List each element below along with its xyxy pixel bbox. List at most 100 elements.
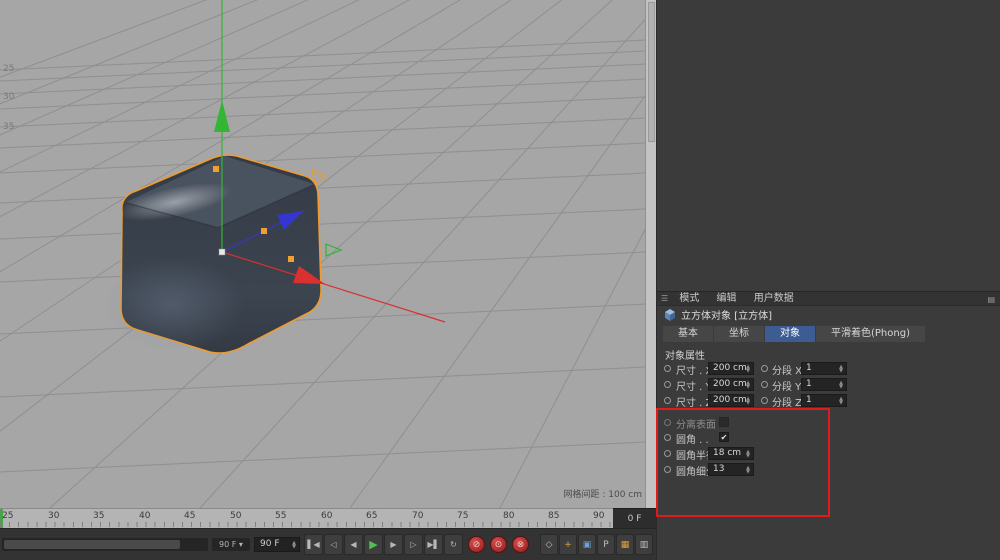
anim-dot-icon[interactable]: [761, 381, 768, 388]
transport-controls: ▌◀ ◁ ◀ ▶ ▶ ▷ ▶▌ ↻: [304, 534, 463, 555]
fillet-radius-field[interactable]: 18 cm▲▼: [708, 447, 754, 460]
panel-menu-icon[interactable]: ☰: [661, 292, 668, 305]
segments-x-label: 分段 X: [772, 362, 802, 377]
segments-x-field[interactable]: 1▲▼: [801, 362, 847, 375]
object-title: 立方体对象 [立方体]: [681, 311, 772, 322]
property-row-fillet: 圆角 . . ✔: [657, 431, 1000, 445]
fillet-subdivision-field[interactable]: 13▲▼: [708, 463, 754, 476]
goto-end-button[interactable]: ▶▌: [424, 534, 443, 555]
section-title: 对象属性: [665, 347, 705, 362]
tab-object[interactable]: 对象: [765, 326, 815, 342]
object-title-row: 立方体对象 [立方体]: [657, 308, 1000, 325]
end-frame-value: 90 F: [260, 539, 280, 549]
scrollbar-handle[interactable]: [648, 2, 655, 142]
cube-object-icon: [663, 308, 676, 321]
segments-y-label: 分段 Y: [772, 378, 801, 393]
attribute-manager-panel: ☰ 模式 编辑 用户数据 ▤ 立方体对象 [立方体] 基本 坐标 对象 平滑着色…: [656, 0, 1000, 560]
record-scale-button[interactable]: ▣: [578, 534, 596, 555]
anim-dot-icon[interactable]: [664, 419, 671, 426]
record-option-buttons: ◇ + ▣ P ▦ ▥: [540, 534, 653, 555]
viewport-scrollbar[interactable]: [645, 0, 656, 508]
ruler-number: 25: [2, 511, 13, 521]
property-row-fillet-subdivision: 圆角细分 13▲▼: [657, 463, 1000, 477]
viewport-canvas[interactable]: 25 30 35 网格间距 : 100 cm: [0, 0, 645, 508]
next-frame-button[interactable]: ▶: [384, 534, 403, 555]
size-z-field[interactable]: 200 cm▲▼: [708, 394, 754, 407]
separate-surfaces-label: 分离表面: [676, 416, 716, 431]
tab-coordinates[interactable]: 坐标: [714, 326, 764, 342]
record-keyframe-selection-button[interactable]: ⊗: [512, 536, 529, 553]
ruler-number: 85: [548, 511, 559, 521]
grid-spacing-label: 网格间距 : 100 cm: [470, 487, 642, 500]
ruler-number: 45: [184, 511, 195, 521]
stepper-arrows-icon[interactable]: ▲▼: [744, 448, 752, 459]
record-parameter-button[interactable]: P: [597, 534, 615, 555]
layout-toggle-button[interactable]: ▥: [635, 534, 653, 555]
property-row-size-y: 尺寸 . Y 200 cm▲▼ 分段 Y 1▲▼: [657, 378, 1000, 392]
stepper-arrows-icon[interactable]: ▲▼: [744, 464, 752, 475]
separate-surfaces-checkbox[interactable]: [719, 417, 729, 427]
goto-start-button[interactable]: ▌◀: [304, 534, 323, 555]
timeline-ruler[interactable]: 25 30 35 40 45 50 55 60 65 70 75 80 85 9…: [0, 508, 613, 528]
autokeying-button[interactable]: ⊙: [490, 536, 507, 553]
prev-key-button[interactable]: ◁: [324, 534, 343, 555]
ruler-number: 80: [503, 511, 514, 521]
viewport-scene: [0, 0, 645, 508]
size-z-label: 尺寸 . Z: [676, 394, 712, 409]
ruler-number: 90: [593, 511, 604, 521]
stepper-arrows-icon[interactable]: ▲▼: [744, 363, 752, 374]
record-controls: ⊘ ⊙ ⊗: [468, 536, 529, 553]
ruler-number: 65: [366, 511, 377, 521]
stepper-arrows-icon[interactable]: ▲▼: [837, 379, 845, 390]
animation-toolbar: 90 F ▾ 90 F ▲▼ ▌◀ ◁ ◀ ▶ ▶ ▷ ▶▌ ↻ ⊘ ⊙ ⊗ ◇…: [0, 528, 656, 560]
ruler-number: 75: [457, 511, 468, 521]
menu-item-mode[interactable]: 模式: [679, 292, 699, 305]
property-row-fillet-radius: 圆角半径 18 cm▲▼: [657, 447, 1000, 461]
anim-dot-icon[interactable]: [664, 466, 671, 473]
stepper-arrows-icon[interactable]: ▲▼: [837, 395, 845, 406]
viewport-left-label: 30: [3, 92, 14, 102]
ruler-number: 35: [93, 511, 104, 521]
viewport-left-label: 35: [3, 122, 14, 132]
keyframe-selection-button[interactable]: ◇: [540, 534, 558, 555]
timeline-scrollbar-handle[interactable]: [4, 540, 180, 549]
segments-z-field[interactable]: 1▲▼: [801, 394, 847, 407]
segments-y-field[interactable]: 1▲▼: [801, 378, 847, 391]
fillet-checkbox[interactable]: ✔: [719, 432, 729, 442]
anim-dot-icon[interactable]: [664, 450, 671, 457]
size-y-field[interactable]: 200 cm▲▼: [708, 378, 754, 391]
menu-item-userdata[interactable]: 用户数据: [754, 292, 794, 305]
current-frame-indicator: 0 F: [613, 508, 656, 528]
prev-frame-button[interactable]: ◀: [344, 534, 363, 555]
stepper-arrows-icon[interactable]: ▲▼: [837, 363, 845, 374]
end-frame-field[interactable]: 90 F ▲▼: [254, 537, 300, 552]
play-button[interactable]: ▶: [364, 534, 383, 555]
next-key-button[interactable]: ▷: [404, 534, 423, 555]
panel-options-icon[interactable]: ▤: [987, 293, 995, 306]
ruler-number: 55: [275, 511, 286, 521]
ruler-number: 30: [48, 511, 59, 521]
stepper-arrows-icon[interactable]: ▲▼: [290, 538, 298, 551]
stepper-arrows-icon[interactable]: ▲▼: [744, 395, 752, 406]
loop-button[interactable]: ↻: [444, 534, 463, 555]
attribute-menu-bar: ☰ 模式 编辑 用户数据 ▤: [657, 291, 1000, 306]
property-row-size-z: 尺寸 . Z 200 cm▲▼ 分段 Z 1▲▼: [657, 394, 1000, 408]
anim-dot-icon[interactable]: [761, 397, 768, 404]
record-active-objects-button[interactable]: ⊘: [468, 536, 485, 553]
record-pla-button[interactable]: ▦: [616, 534, 634, 555]
anim-dot-icon[interactable]: [664, 397, 671, 404]
size-y-label: 尺寸 . Y: [676, 378, 712, 393]
anim-dot-icon[interactable]: [664, 434, 671, 441]
tab-basic[interactable]: 基本: [663, 326, 713, 342]
size-x-field[interactable]: 200 cm▲▼: [708, 362, 754, 375]
segments-z-label: 分段 Z: [772, 394, 802, 409]
stepper-arrows-icon[interactable]: ▲▼: [744, 379, 752, 390]
anim-dot-icon[interactable]: [761, 365, 768, 372]
anim-dot-icon[interactable]: [664, 381, 671, 388]
menu-item-edit[interactable]: 编辑: [717, 292, 737, 305]
record-position-button[interactable]: +: [559, 534, 577, 555]
anim-dot-icon[interactable]: [664, 365, 671, 372]
tab-phong[interactable]: 平滑着色(Phong): [816, 326, 925, 342]
property-row-size-x: 尺寸 . X 200 cm▲▼ 分段 X 1▲▼: [657, 362, 1000, 376]
frame-range-dropdown[interactable]: 90 F ▾: [212, 538, 250, 551]
